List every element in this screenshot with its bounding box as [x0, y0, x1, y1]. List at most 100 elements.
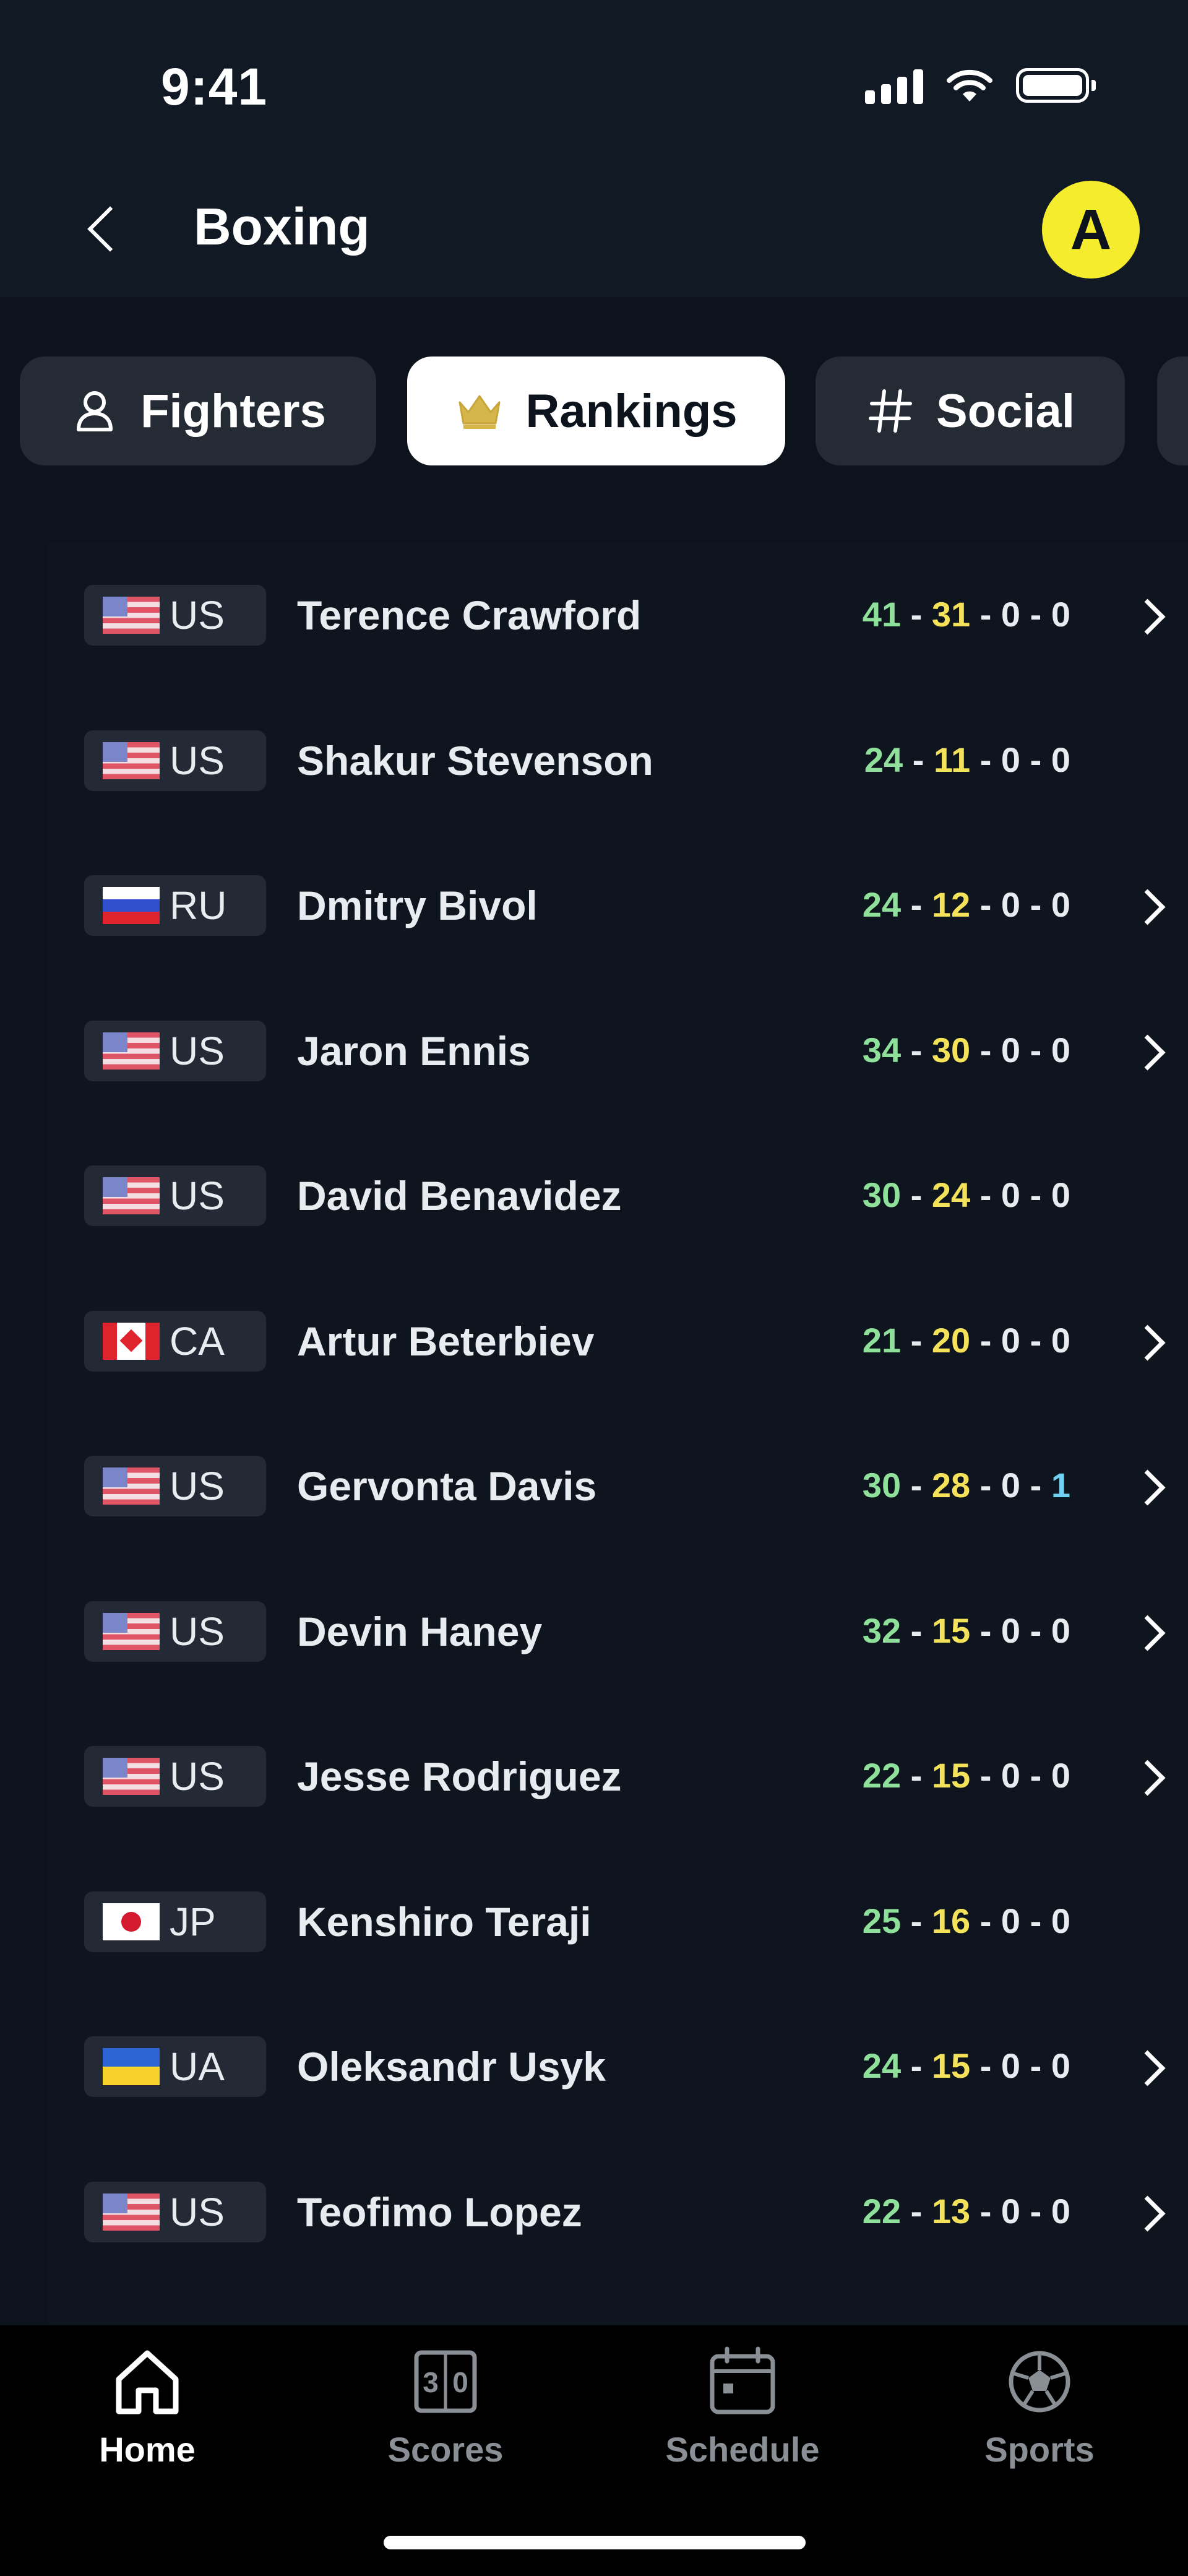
chevron-right-icon[interactable] — [1132, 1464, 1169, 1508]
fighter-name: Shakur Stevenson — [297, 737, 653, 784]
tabbar-sports[interactable]: Sports — [928, 2341, 1151, 2490]
record-separator: - — [970, 1320, 1001, 1360]
page-title: Boxing — [194, 197, 370, 256]
record-wins: 32 — [862, 1610, 902, 1650]
fighter-row[interactable]: US Teofimo Lopez 22 - 13 - 0 - 0 — [48, 2139, 1188, 2284]
country-code: US — [170, 1028, 225, 1073]
fighter-name: Terence Crawford — [297, 592, 642, 638]
back-button[interactable] — [80, 198, 124, 260]
record-separator: - — [1020, 1030, 1051, 1070]
chevron-right-icon[interactable] — [1132, 2190, 1169, 2234]
flag-icon — [103, 2193, 160, 2231]
chevron-right-icon[interactable] — [1132, 1754, 1169, 1799]
tabbar-label: Home — [99, 2430, 196, 2469]
record-separator: - — [970, 2191, 1001, 2231]
avatar[interactable]: A — [1042, 181, 1140, 279]
record-wins: 21 — [862, 1320, 902, 1360]
record-separator: - — [1020, 1320, 1051, 1360]
flag-icon — [103, 1903, 160, 1940]
fighter-name: Artur Beterbiev — [297, 1318, 595, 1364]
tab-fighters[interactable]: Fighters — [20, 357, 376, 465]
fighter-name: Jaron Ennis — [297, 1027, 531, 1074]
status-icons — [865, 67, 1096, 104]
record-draws: 0 — [1001, 1320, 1021, 1360]
record-wins: 24 — [864, 740, 903, 779]
fighter-name: Kenshiro Teraji — [297, 1898, 592, 1945]
person-icon — [70, 386, 119, 436]
record-separator: - — [970, 1030, 1001, 1070]
record-no-contests: 0 — [1051, 1901, 1070, 1940]
chevron-right-icon[interactable] — [1132, 1319, 1169, 1364]
fighter-row[interactable]: US Jesse Rodriguez 22 - 15 - 0 - 0 — [48, 1703, 1188, 1848]
chevron-right-icon[interactable] — [1132, 1609, 1169, 1654]
fighter-row[interactable]: UA Oleksandr Usyk 24 - 15 - 0 - 0 — [48, 1994, 1188, 2138]
record-separator: - — [970, 2046, 1001, 2085]
country-code: US — [170, 593, 225, 638]
country-badge: US — [84, 1020, 266, 1081]
country-code: US — [170, 738, 225, 783]
record-no-contests: 1 — [1051, 1466, 1070, 1505]
chevron-right-icon[interactable] — [1132, 2044, 1169, 2089]
record-losses: 12 — [931, 885, 971, 924]
record-separator: - — [903, 740, 934, 779]
country-badge: UA — [84, 2036, 266, 2097]
chevron-right-icon[interactable] — [1132, 593, 1169, 638]
record-wins: 30 — [862, 1175, 902, 1214]
fighter-name: Oleksandr Usyk — [297, 2044, 606, 2090]
fighter-row[interactable]: US Jaron Ennis 34 - 30 - 0 - 0 — [48, 978, 1188, 1123]
country-code: RU — [170, 883, 227, 928]
flag-icon — [103, 2048, 160, 2085]
tab-social[interactable]: Social — [816, 357, 1125, 465]
country-badge: US — [84, 585, 266, 646]
tab-label: Rankings — [525, 384, 738, 438]
fighter-row[interactable]: US Terence Crawford 41 - 31 - 0 - 0 — [48, 542, 1188, 687]
tabbar-home[interactable]: Home — [36, 2341, 259, 2490]
fighter-row[interactable]: US Gervonta Davis 30 - 28 - 0 - 1 — [48, 1413, 1188, 1558]
rankings-list: US Terence Crawford 41 - 31 - 0 - 0 US Shaku… — [48, 542, 1188, 2325]
record-wins: 22 — [862, 2191, 902, 2231]
chevron-right-icon[interactable] — [1132, 1029, 1169, 1073]
country-code: US — [170, 1754, 225, 1799]
fighter-row[interactable]: RU Dmitry Bivol 24 - 12 - 0 - 0 — [48, 832, 1188, 977]
record-no-contests: 0 — [1051, 1320, 1070, 1360]
record-separator: - — [970, 1756, 1001, 1795]
tab-rankings[interactable]: Rankings — [407, 357, 785, 465]
fighter-row[interactable]: US David Benavidez 30 - 24 - 0 - 0 — [48, 1123, 1188, 1268]
country-code: US — [170, 1609, 225, 1654]
tabbar-scores[interactable]: 3 0 Scores — [334, 2341, 557, 2490]
record-separator: - — [970, 1466, 1001, 1505]
fighter-record: 24 - 15 - 0 - 0 — [863, 2046, 1070, 2086]
tabbar-schedule[interactable]: Schedule — [631, 2341, 854, 2490]
record-losses: 15 — [931, 1610, 971, 1650]
status-time: 9:41 — [161, 58, 268, 116]
record-wins: 25 — [862, 1901, 902, 1940]
fighter-record: 30 - 24 - 0 - 0 — [863, 1175, 1070, 1215]
tabbar-label: Schedule — [665, 2430, 820, 2469]
record-draws: 0 — [1001, 1901, 1021, 1940]
fighter-record: 22 - 13 - 0 - 0 — [863, 2191, 1070, 2231]
country-badge: US — [84, 1165, 266, 1226]
tab-label: Fighters — [140, 384, 326, 438]
fighter-row[interactable]: CA Artur Beterbiev 21 - 20 - 0 - 0 — [48, 1268, 1188, 1413]
fighter-record: 25 - 16 - 0 - 0 — [863, 1901, 1070, 1941]
home-indicator — [384, 2536, 806, 2549]
fighter-record: 32 - 15 - 0 - 0 — [863, 1610, 1070, 1651]
record-no-contests: 0 — [1051, 595, 1070, 634]
tab-label: Social — [936, 384, 1075, 438]
record-separator: - — [1020, 2046, 1051, 2085]
record-draws: 0 — [1001, 1175, 1021, 1214]
chevron-right-icon[interactable] — [1132, 883, 1169, 928]
country-code: UA — [170, 2044, 225, 2089]
fighter-row[interactable]: US Shakur Stevenson 24 - 11 - 0 - 0 — [48, 688, 1188, 832]
tab-more[interactable] — [1157, 357, 1188, 465]
fighter-row[interactable]: US Devin Haney 32 - 15 - 0 - 0 — [48, 1558, 1188, 1703]
record-no-contests: 0 — [1051, 740, 1070, 779]
record-wins: 30 — [862, 1466, 902, 1505]
hashtag-icon — [866, 386, 915, 436]
fighter-row[interactable]: JP Kenshiro Teraji 25 - 16 - 0 - 0 — [48, 1849, 1188, 1994]
country-badge: JP — [84, 1891, 266, 1952]
flag-icon — [103, 1758, 160, 1795]
wifi-icon — [947, 69, 992, 102]
record-separator: - — [901, 1030, 932, 1070]
tabbar-label: Sports — [984, 2430, 1095, 2469]
